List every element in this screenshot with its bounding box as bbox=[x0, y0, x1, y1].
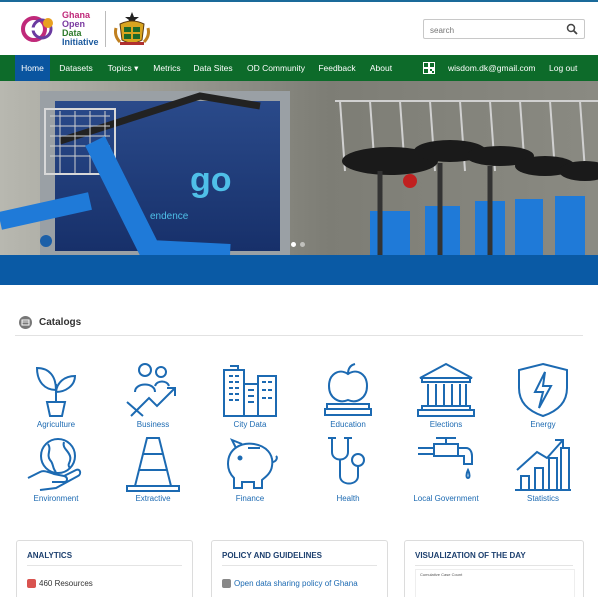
cone-icon bbox=[126, 437, 180, 492]
business-growth-icon bbox=[126, 363, 176, 417]
government-building-icon bbox=[417, 362, 475, 417]
qr-code-icon[interactable] bbox=[423, 62, 435, 74]
catalog-label: Education bbox=[330, 420, 366, 429]
catalog-label: Extractive bbox=[135, 494, 171, 503]
gdi-logo-icon bbox=[20, 11, 60, 47]
logo-divider bbox=[104, 11, 106, 47]
analytics-title: ANALYTICS bbox=[27, 551, 73, 560]
nav-item-topics[interactable]: Topics ▾ bbox=[102, 55, 144, 81]
policy-link-text[interactable]: Open data sharing policy of Ghana bbox=[234, 579, 358, 588]
catalog-education[interactable]: Education bbox=[303, 362, 393, 429]
catalog-label: City Data bbox=[233, 420, 267, 429]
logout-link[interactable]: Log out bbox=[549, 55, 577, 81]
user-email-link[interactable]: wisdom.dk@gmail.com bbox=[448, 55, 536, 81]
catalog-label: Local Government bbox=[413, 494, 479, 503]
site-logo[interactable]: Ghana Open Data Initiative bbox=[20, 10, 152, 48]
main-nav: Home Datasets Topics ▾ Metrics Data Site… bbox=[0, 55, 598, 81]
analytics-resources[interactable]: 460 Resources bbox=[27, 579, 93, 588]
catalog-agriculture[interactable]: Agriculture bbox=[11, 362, 101, 429]
coat-of-arms-icon bbox=[112, 10, 152, 48]
catalog-label: Finance bbox=[235, 494, 265, 503]
catalogs-title: Catalogs bbox=[39, 316, 82, 328]
plant-icon bbox=[35, 366, 77, 417]
carousel-dot[interactable] bbox=[291, 242, 296, 247]
catalog-health[interactable]: Health bbox=[303, 436, 393, 503]
sign-subtext: endence bbox=[150, 211, 189, 222]
sign-text: go bbox=[190, 161, 232, 199]
viz-title: VISUALIZATION OF THE DAY bbox=[415, 551, 526, 560]
catalog-local-government[interactable]: Local Government bbox=[401, 436, 491, 503]
nav-item-data-sites[interactable]: Data Sites bbox=[190, 55, 236, 81]
document-icon bbox=[222, 579, 231, 588]
logo-line: Initiative bbox=[62, 37, 99, 47]
search-input[interactable] bbox=[424, 21, 564, 40]
policy-panel: POLICY AND GUIDELINES Open data sharing … bbox=[211, 540, 388, 597]
hero-blue-band bbox=[0, 255, 598, 285]
hero-carousel[interactable]: go endence bbox=[0, 81, 598, 255]
piggy-bank-icon bbox=[226, 438, 278, 489]
catalog-elections[interactable]: Elections bbox=[401, 362, 491, 429]
nav-item-datasets[interactable]: Datasets bbox=[54, 55, 98, 81]
hero-bikes-image: go endence bbox=[0, 81, 598, 255]
catalog-business[interactable]: Business bbox=[108, 362, 198, 429]
policy-title: POLICY AND GUIDELINES bbox=[222, 551, 323, 560]
catalog-environment[interactable]: Environment bbox=[11, 436, 101, 503]
analytics-row-text: 460 Resources bbox=[39, 579, 93, 588]
water-tap-icon bbox=[418, 437, 473, 480]
site-header: Ghana Open Data Initiative bbox=[0, 2, 598, 55]
analytics-panel: ANALYTICS 460 Resources bbox=[16, 540, 193, 597]
logo-wordmark: Ghana Open Data Initiative bbox=[62, 11, 99, 47]
lightning-shield-icon bbox=[518, 362, 568, 418]
carousel-indicators bbox=[291, 242, 305, 247]
catalog-statistics[interactable]: Statistics bbox=[498, 436, 588, 503]
viz-chart-title: Cumulative Case Count bbox=[420, 572, 463, 577]
catalog-finance[interactable]: Finance bbox=[205, 436, 295, 503]
catalog-city-data[interactable]: City Data bbox=[205, 362, 295, 429]
catalog-label: Statistics bbox=[526, 494, 559, 503]
stethoscope-icon bbox=[328, 437, 365, 485]
catalog-label: Agriculture bbox=[36, 420, 76, 429]
viz-chart[interactable]: Cumulative Case Count bbox=[415, 569, 575, 597]
catalogs-divider bbox=[15, 335, 583, 336]
policy-link[interactable]: Open data sharing policy of Ghana bbox=[222, 579, 358, 588]
catalog-label: Environment bbox=[33, 494, 79, 503]
catalog-label: Energy bbox=[530, 420, 556, 429]
catalog-energy[interactable]: Energy bbox=[498, 362, 588, 429]
search-bar[interactable] bbox=[423, 19, 585, 40]
search-icon[interactable] bbox=[566, 23, 578, 35]
nav-item-od-community[interactable]: OD Community bbox=[242, 55, 310, 81]
nav-item-feedback[interactable]: Feedback bbox=[314, 55, 360, 81]
apple-books-icon bbox=[324, 363, 372, 416]
nav-item-metrics[interactable]: Metrics bbox=[148, 55, 186, 81]
catalog-icon bbox=[19, 315, 32, 329]
catalog-label: Business bbox=[136, 420, 170, 429]
panel-divider bbox=[27, 565, 182, 566]
panel-divider bbox=[415, 565, 573, 566]
nav-item-about[interactable]: About bbox=[364, 55, 398, 81]
globe-hand-icon bbox=[27, 438, 82, 491]
nav-item-home[interactable]: Home bbox=[15, 55, 50, 81]
visualization-panel: VISUALIZATION OF THE DAY Cumulative Case… bbox=[404, 540, 584, 597]
bar-chart-icon bbox=[515, 439, 571, 491]
panel-divider bbox=[222, 565, 377, 566]
resources-icon bbox=[27, 579, 36, 588]
catalog-extractive[interactable]: Extractive bbox=[108, 436, 198, 503]
catalogs-heading: Catalogs bbox=[19, 314, 81, 330]
carousel-dot[interactable] bbox=[300, 242, 305, 247]
city-buildings-icon bbox=[223, 365, 277, 417]
catalog-label: Elections bbox=[429, 420, 463, 429]
catalog-label: Health bbox=[336, 494, 360, 503]
